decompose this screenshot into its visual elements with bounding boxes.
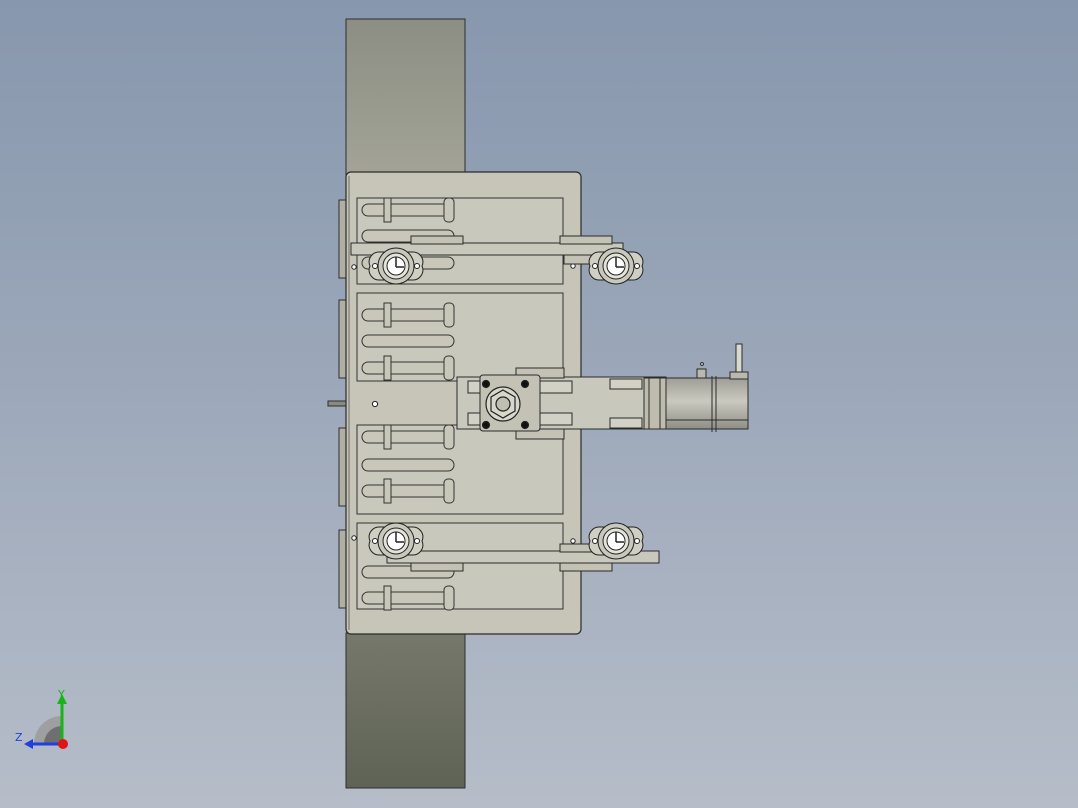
mounting-hole <box>570 538 576 544</box>
slot-tee <box>383 585 392 611</box>
belt-lower <box>345 632 466 789</box>
slot <box>361 458 455 472</box>
triad-y-label: Y <box>58 688 65 701</box>
slot-tee <box>383 302 392 328</box>
slot-tee <box>443 302 455 328</box>
slot <box>361 361 455 375</box>
slot-tee <box>383 197 392 223</box>
triad-x-axis <box>58 739 68 749</box>
slot <box>361 203 455 217</box>
slot <box>361 591 455 605</box>
slot <box>361 308 455 322</box>
slot-tee <box>383 355 392 381</box>
slot-tee <box>443 585 455 611</box>
belt-upper <box>345 18 466 176</box>
flanged-bearing <box>588 247 644 285</box>
slot-tee <box>443 197 455 223</box>
graphics-viewport[interactable]: Y Z <box>0 0 1078 808</box>
slot-tee <box>383 478 392 504</box>
flanged-bearing <box>588 522 644 560</box>
slot-tee <box>383 424 392 450</box>
flanged-bearing <box>368 522 424 560</box>
cad-model-assembly[interactable] <box>0 0 1078 808</box>
slot <box>361 430 455 444</box>
triad-z-label: Z <box>15 731 23 744</box>
servo-motor <box>665 343 749 432</box>
slot-tee <box>443 355 455 381</box>
slot <box>361 334 455 348</box>
slot <box>361 484 455 498</box>
flanged-bearing <box>368 247 424 285</box>
slot-tee <box>443 478 455 504</box>
left-flanges <box>327 199 348 609</box>
slot-tee <box>443 424 455 450</box>
view-orientation-triad[interactable] <box>14 686 78 752</box>
